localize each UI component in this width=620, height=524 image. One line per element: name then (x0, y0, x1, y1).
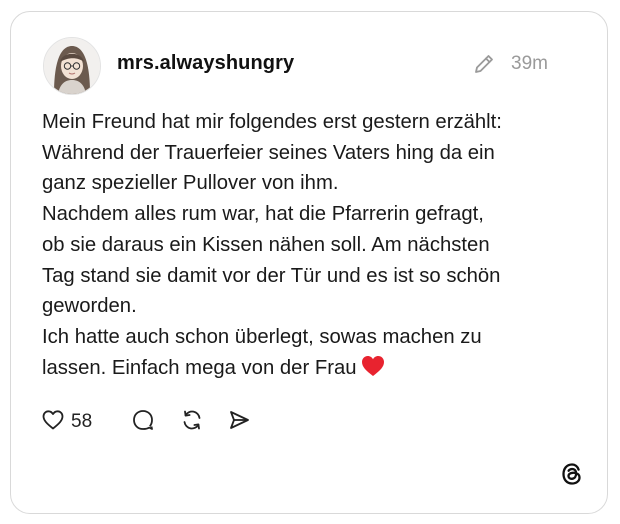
post-body: Mein Freund hat mir folgendes erst geste… (42, 107, 582, 383)
share-button[interactable] (227, 407, 251, 437)
post-text-line: Ich hatte auch schon überlegt, sowas mac… (42, 325, 482, 348)
post-text-line-last: lassen. Einfach mega von der Frau (42, 353, 582, 384)
repost-icon (180, 408, 204, 437)
like-count: 58 (71, 411, 93, 432)
post-text-line: Tag stand sie damit vor der Tür und es i… (42, 264, 501, 287)
pencil-icon[interactable] (472, 52, 496, 76)
post-text-last-text: lassen. Einfach mega von der Frau (42, 356, 357, 379)
send-icon (227, 408, 251, 437)
avatar[interactable] (43, 37, 101, 95)
heart-icon (41, 408, 65, 437)
comment-icon (131, 408, 155, 437)
threads-post-card: mrs.alwayshungry 39m Mein Freund hat mir… (10, 11, 608, 514)
post-text-line: ob sie daraus ein Kissen nähen soll. Am … (42, 233, 490, 256)
avatar-illustration (44, 38, 100, 94)
post-text-line: Nachdem alles rum war, hat die Pfarrerin… (42, 203, 484, 226)
comment-button[interactable] (131, 407, 155, 437)
post-text-line: ganz spezieller Pullover von ihm. (42, 172, 339, 195)
threads-logo-icon (559, 461, 585, 487)
username[interactable]: mrs.alwayshungry (117, 52, 294, 75)
post-text-line: Während der Trauerfeier seines Vaters hi… (42, 141, 495, 164)
like-button[interactable]: 58 (41, 407, 92, 437)
post-text-line: Mein Freund hat mir folgendes erst geste… (42, 111, 502, 133)
post-text-line: geworden. (42, 295, 137, 318)
red-heart-emoji-icon (361, 355, 385, 377)
post-timestamp: 39m (511, 53, 548, 74)
repost-button[interactable] (180, 407, 204, 437)
